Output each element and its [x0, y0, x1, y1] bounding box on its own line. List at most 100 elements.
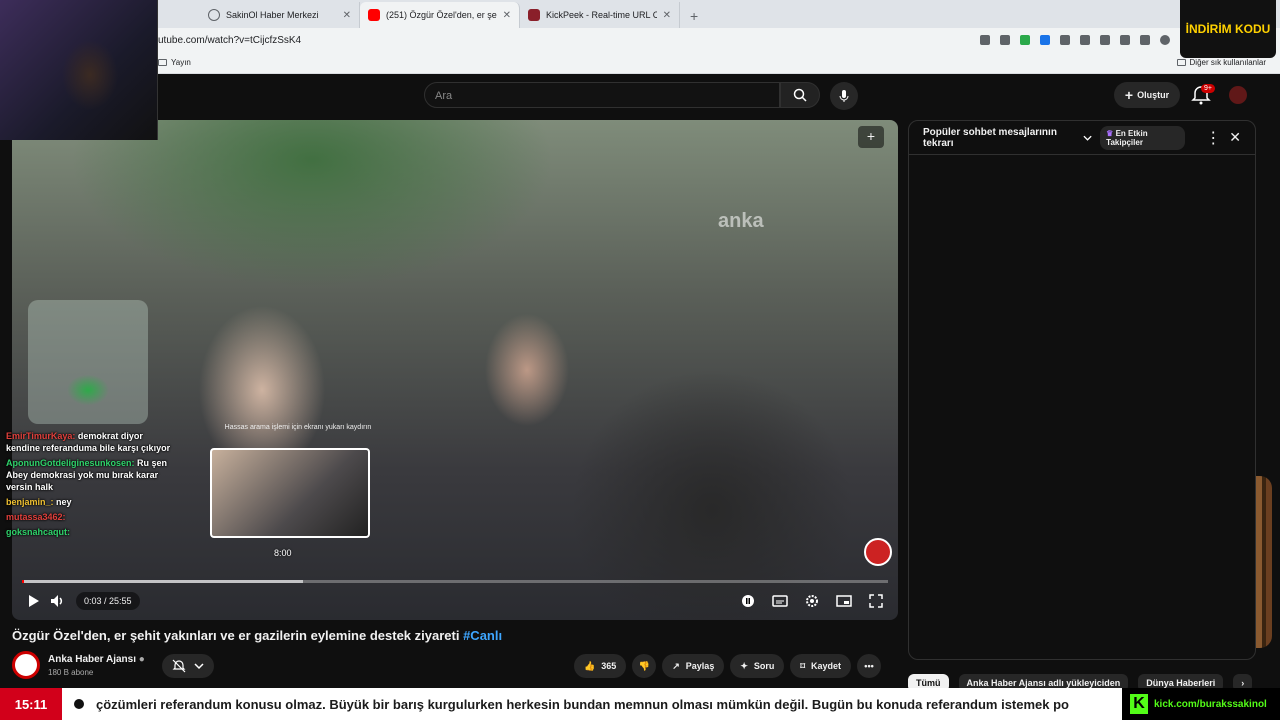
subtitles-button[interactable] — [768, 589, 792, 613]
kick-logo-icon: K — [1130, 694, 1148, 714]
fullscreen-icon — [869, 594, 883, 608]
promo-code-badge: İNDİRİM KODU — [1180, 0, 1276, 58]
search-icon — [793, 88, 807, 102]
youtube-icon — [368, 9, 380, 21]
save-label: Kaydet — [811, 661, 842, 671]
top-fans-label: En Etkin Takipçiler — [1106, 128, 1148, 147]
star-icon[interactable] — [1000, 35, 1010, 45]
chat-username: mutassa3462: — [6, 512, 66, 522]
puzzle-icon[interactable] — [1100, 35, 1110, 45]
mute-button[interactable] — [46, 589, 70, 613]
install-icon[interactable] — [980, 35, 990, 45]
settings-button[interactable] — [800, 589, 824, 613]
extension-icon[interactable] — [1040, 35, 1050, 45]
extension-icon[interactable] — [1060, 35, 1070, 45]
globe-icon — [208, 9, 220, 21]
ticker-text: çözümleri referandum konusu olmaz. Büyük… — [96, 696, 1070, 712]
chat-username: goksnahcaqut: — [6, 527, 71, 537]
chat-mode-selector[interactable]: Popüler sohbet mesajlarının tekrarı — [923, 127, 1075, 149]
browser-tab-bar: SakinOl Haber Merkezi ✕ (251) Özgür Özel… — [0, 0, 1280, 28]
player-controls: 0:03 / 25:55 — [22, 588, 888, 614]
ticker-clock: 15:11 — [0, 688, 62, 720]
share-label: Paylaş — [685, 661, 715, 671]
close-icon[interactable]: ✕ — [503, 10, 511, 21]
profile-avatar[interactable] — [1160, 35, 1170, 45]
search-button[interactable] — [780, 82, 820, 108]
miniplayer-button[interactable] — [832, 589, 856, 613]
channel-avatar[interactable] — [12, 651, 40, 679]
subscription-notifications-button[interactable] — [162, 654, 214, 678]
ask-label: Soru — [753, 661, 775, 671]
close-icon[interactable]: ✕ — [343, 10, 351, 21]
share-button[interactable]: ↗ Paylaş — [662, 654, 725, 678]
chat-username: benjamin_: — [6, 497, 54, 507]
volume-icon — [51, 595, 63, 607]
more-actions-button[interactable]: ••• — [857, 654, 882, 678]
create-label: Oluştur — [1137, 90, 1170, 100]
news-ticker: 15:11 çözümleri referandum konusu olmaz.… — [0, 688, 1280, 720]
tab-youtube[interactable]: (251) Özgür Özel'den, er şehit yakı ✕ — [360, 2, 520, 28]
bookmark-yayin[interactable]: Yayın — [158, 58, 191, 67]
voice-search-button[interactable] — [830, 82, 858, 110]
favorites-icon[interactable] — [1140, 35, 1150, 45]
other-bookmarks-label: Diğer sık kullanılanlar — [1189, 58, 1266, 67]
url-field[interactable]: utube.com/watch?v=tCijcfzSsK4 — [158, 35, 301, 46]
extension-icon[interactable] — [1020, 35, 1030, 45]
thumbs-up-icon: 👍 — [584, 660, 596, 671]
progress-hover — [22, 580, 304, 583]
dislike-button[interactable]: 👎 — [632, 654, 657, 678]
chat-username: EmirTimurKaya: — [6, 431, 76, 441]
streamer-webcam-top-left — [0, 0, 158, 140]
top-fans-button[interactable]: ♛ En Etkin Takipçiler — [1100, 125, 1186, 150]
like-count: 365 — [601, 661, 617, 671]
youtube-header: Ara + Oluştur — [0, 74, 1280, 116]
subscriber-count: 180 B abone — [48, 668, 94, 677]
tab-kickpeek[interactable]: KickPeek - Real-time URL Crawler ✕ — [520, 2, 680, 28]
bookmark-icon: ⌑ — [800, 660, 806, 671]
like-button[interactable]: 👍 365 — [574, 654, 627, 678]
autoplay-toggle[interactable] — [736, 589, 760, 613]
close-icon[interactable]: ✕ — [663, 10, 671, 21]
captions-icon — [772, 595, 788, 607]
chevron-down-icon[interactable] — [1083, 134, 1092, 142]
extensions-toolbar — [980, 35, 1170, 45]
verified-icon: ● — [138, 654, 145, 665]
channel-watermark-logo[interactable] — [864, 538, 892, 566]
tab-sakinol[interactable]: SakinOl Haber Merkezi ✕ — [200, 2, 360, 28]
other-bookmarks[interactable]: Diğer sık kullanılanlar — [1176, 58, 1266, 67]
fullscreen-button[interactable] — [864, 589, 888, 613]
kickpeek-icon — [528, 9, 540, 21]
streamer-mug-overlay — [28, 300, 148, 424]
extension-icon[interactable] — [1080, 35, 1090, 45]
account-avatar[interactable] — [1229, 86, 1247, 104]
chat-scrollbar[interactable] — [1243, 159, 1249, 653]
crown-icon: ♛ — [1106, 128, 1114, 138]
pause-circle-icon — [742, 595, 754, 607]
ask-button[interactable]: ✦ Soru — [730, 654, 785, 678]
save-to-playlist-button[interactable]: + — [858, 126, 884, 148]
sidebar-icon[interactable] — [1120, 35, 1130, 45]
thumbs-down-icon: 👎 — [638, 660, 650, 671]
play-button[interactable] — [22, 589, 46, 613]
create-button[interactable]: + Oluştur — [1114, 82, 1180, 108]
chat-message: mutassa3462: — [6, 511, 174, 523]
share-icon: ↗ — [672, 660, 680, 671]
plus-icon: + — [1124, 87, 1134, 103]
kick-channel-badge: K kick.com/burakssakinol — [1122, 688, 1280, 720]
stream-chat-overlay: EmirTimurKaya: demokrat diyor kendine re… — [6, 430, 174, 541]
save-button[interactable]: ⌑ Kaydet — [790, 654, 852, 678]
more-vert-icon[interactable]: ⋮ — [1205, 128, 1221, 148]
bell-off-icon — [172, 659, 186, 673]
video-title-text: Özgür Özel'den, er şehit yakınları ve er… — [12, 628, 460, 643]
channel-name[interactable]: Anka Haber Ajansı ● — [48, 654, 145, 665]
search-input[interactable]: Ara — [424, 82, 780, 108]
progress-bar[interactable] — [22, 580, 888, 583]
live-hashtag-link[interactable]: #Canlı — [463, 628, 502, 643]
gear-icon — [806, 595, 818, 607]
preview-caption: Hassas arama işlemi için ekranı yukarı k… — [224, 424, 372, 431]
new-tab-button[interactable]: + — [680, 8, 708, 28]
close-icon[interactable]: ✕ — [1229, 129, 1241, 146]
player-controls-right — [736, 589, 888, 613]
notification-count-badge: 9+ — [1201, 84, 1215, 93]
tab-label: SakinOl Haber Merkezi — [226, 10, 319, 20]
